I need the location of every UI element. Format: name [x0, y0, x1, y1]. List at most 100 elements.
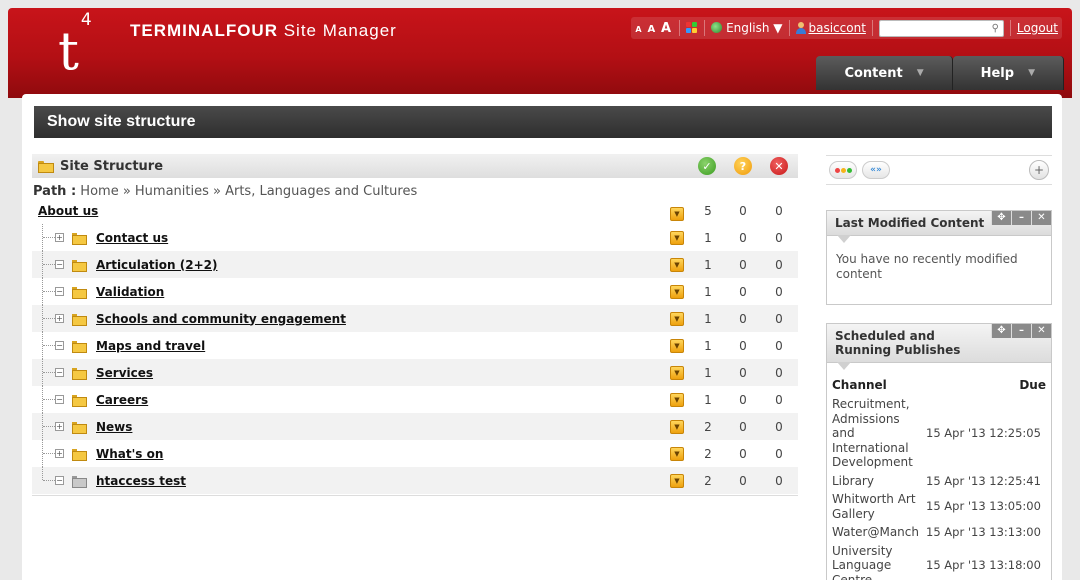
- approved-count: 1: [704, 311, 712, 326]
- username-link[interactable]: basiccont: [809, 21, 866, 35]
- inactive-status-icon[interactable]: ✕: [770, 157, 788, 175]
- close-icon[interactable]: ✕: [1031, 324, 1051, 338]
- minimize-icon[interactable]: –: [1011, 324, 1031, 338]
- chevron-down-icon: ▼: [773, 21, 783, 35]
- table-row: Whitworth Art Gallery 15 Apr '13 13:05:0…: [828, 490, 1050, 523]
- expand-icon[interactable]: +: [55, 422, 64, 431]
- link-button[interactable]: «»: [862, 161, 890, 179]
- section-link-about-us[interactable]: About us: [38, 204, 98, 218]
- expand-icon[interactable]: +: [55, 314, 64, 323]
- move-icon[interactable]: ✥: [991, 324, 1011, 338]
- link-icon: «»: [870, 165, 882, 175]
- section-link[interactable]: What's on: [96, 447, 163, 461]
- channel-cell: University Language Centre: [832, 543, 893, 580]
- approved-status-icon[interactable]: ✓: [698, 157, 716, 175]
- font-size-large[interactable]: A: [661, 21, 671, 36]
- nav-tab-content[interactable]: Content ▼: [816, 56, 953, 90]
- color-theme-button[interactable]: [829, 161, 857, 179]
- breadcrumb-path[interactable]: Home » Humanities » Arts, Languages and …: [80, 184, 417, 199]
- search-icon[interactable]: ⚲: [992, 23, 999, 34]
- folder-icon: [72, 260, 87, 272]
- section-menu-icon[interactable]: ▼: [670, 285, 684, 299]
- inactive-count: 0: [775, 257, 783, 272]
- inactive-count: 0: [775, 446, 783, 461]
- user-toolbar: A A A English ▼ basiccont ⚲ Logout: [631, 17, 1062, 39]
- main-content: Show site structure Site Structure ✓ ? ✕…: [22, 94, 1062, 580]
- section-menu-icon[interactable]: ▼: [670, 339, 684, 353]
- apps-grid-icon[interactable]: [686, 22, 698, 34]
- close-icon[interactable]: ✕: [1031, 211, 1051, 225]
- approved-count: 1: [704, 365, 712, 380]
- add-widget-icon[interactable]: +: [1029, 160, 1049, 180]
- breadcrumb: Path : Home » Humanities » Arts, Languag…: [33, 184, 417, 199]
- widget-body: Channel Due Recruitment, Admissions and …: [827, 363, 1051, 580]
- logout-link[interactable]: Logout: [1017, 21, 1058, 35]
- section-link[interactable]: News: [96, 420, 132, 434]
- breadcrumb-label: Path :: [33, 184, 77, 199]
- approved-count: 2: [704, 473, 712, 488]
- section-menu-icon[interactable]: ▼: [670, 393, 684, 407]
- section-menu-icon[interactable]: ▼: [670, 474, 684, 488]
- tree-row: − Services ▼ 1 0 0: [32, 359, 798, 386]
- pending-count: 0: [739, 204, 747, 218]
- section-link[interactable]: htaccess test: [96, 474, 186, 488]
- folder-icon: [72, 287, 87, 299]
- section-menu-icon[interactable]: ▼: [670, 447, 684, 461]
- section-link[interactable]: Contact us: [96, 231, 168, 245]
- expand-icon[interactable]: −: [55, 476, 64, 485]
- widget-header: Scheduled and Running Publishes ✥ – ✕: [827, 324, 1051, 370]
- section-link[interactable]: Schools and community engagement: [96, 312, 346, 326]
- section-menu-icon[interactable]: ▼: [670, 312, 684, 326]
- section-link[interactable]: Careers: [96, 393, 148, 407]
- table-row: University Language Centre 15 Apr '13 13…: [828, 542, 1050, 580]
- minimize-icon[interactable]: –: [1011, 211, 1031, 225]
- language-selector[interactable]: English ▼: [711, 21, 783, 35]
- due-cell: 15 Apr '13 13:05:00: [926, 499, 1041, 514]
- logo-superscript: 4: [80, 10, 92, 30]
- section-link[interactable]: Validation: [96, 285, 164, 299]
- section-menu-icon[interactable]: ▼: [670, 231, 684, 245]
- approved-count: 1: [704, 392, 712, 407]
- folder-icon: [72, 395, 87, 407]
- section-link[interactable]: Maps and travel: [96, 339, 205, 353]
- divider: [32, 495, 798, 496]
- column-header-channel: Channel: [832, 378, 887, 392]
- expand-icon[interactable]: −: [55, 368, 64, 377]
- expand-icon[interactable]: +: [55, 449, 64, 458]
- expand-icon[interactable]: −: [55, 260, 64, 269]
- table-row: Water@Manchester 15 Apr '13 13:13:00: [828, 523, 1050, 542]
- table-row: Recruitment, Admissions and Internationa…: [828, 395, 1050, 472]
- search-field: ⚲: [878, 19, 1004, 37]
- tree-row: + What's on ▼ 2 0 0: [32, 440, 798, 467]
- tree-row: − Articulation (2+2) ▼ 1 0 0: [32, 251, 798, 278]
- due-cell: 15 Apr '13 13:13:00: [926, 525, 1041, 539]
- section-menu-icon[interactable]: ▼: [670, 207, 684, 221]
- expand-icon[interactable]: −: [55, 341, 64, 350]
- font-size-small[interactable]: A: [635, 25, 641, 34]
- app-title-brand: TERMINALFOUR: [130, 21, 278, 40]
- inactive-count: 0: [775, 392, 783, 407]
- channel-cell: Water@Manchester: [828, 523, 922, 542]
- expand-icon[interactable]: +: [55, 233, 64, 242]
- pending-count: 0: [739, 311, 747, 326]
- expand-icon[interactable]: −: [55, 287, 64, 296]
- widget-toolbar: «» +: [826, 155, 1052, 185]
- tree-row: + Schools and community engagement ▼ 1 0…: [32, 305, 798, 332]
- section-menu-icon[interactable]: ▼: [670, 420, 684, 434]
- due-cell: 15 Apr '13 12:25:05: [926, 426, 1041, 440]
- font-size-medium[interactable]: A: [647, 24, 655, 35]
- section-link[interactable]: Articulation (2+2): [96, 258, 217, 272]
- section-link[interactable]: Services: [96, 366, 153, 380]
- nav-tab-help[interactable]: Help ▼: [952, 56, 1064, 90]
- section-menu-icon[interactable]: ▼: [670, 366, 684, 380]
- channel-name: Water@Manchester: [832, 525, 918, 539]
- channel-cell: Recruitment, Admissions and Internationa…: [832, 397, 913, 469]
- section-menu-icon[interactable]: ▼: [670, 258, 684, 272]
- inactive-count: 0: [775, 338, 783, 353]
- search-input[interactable]: [879, 21, 1003, 36]
- expand-icon[interactable]: −: [55, 395, 64, 404]
- terminalfour-logo[interactable]: t4: [58, 10, 92, 78]
- pending-status-icon[interactable]: ?: [734, 157, 752, 175]
- user-icon: [795, 22, 806, 34]
- move-icon[interactable]: ✥: [991, 211, 1011, 225]
